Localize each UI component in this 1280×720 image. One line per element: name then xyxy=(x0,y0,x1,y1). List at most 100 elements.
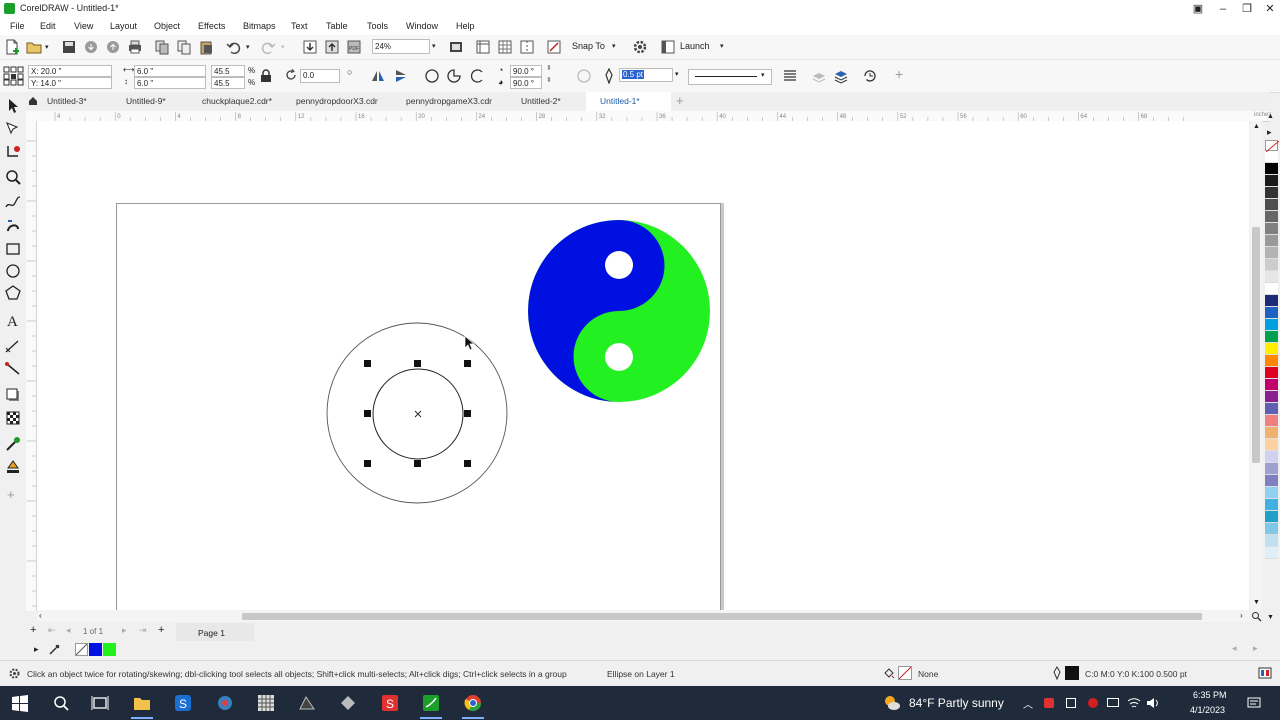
fill-color-none-swatch[interactable] xyxy=(898,666,912,680)
sketch-app-icon[interactable] xyxy=(298,694,316,712)
palette-swatch[interactable] xyxy=(1265,259,1278,271)
palette-swatch[interactable] xyxy=(1265,391,1278,403)
arc-mode-icon[interactable] xyxy=(468,68,484,84)
eyedropper-tool-icon[interactable] xyxy=(4,435,22,453)
palette-swatch[interactable] xyxy=(1265,151,1278,163)
document-palette-eyedropper-icon[interactable] xyxy=(48,644,60,656)
print-icon[interactable] xyxy=(127,39,143,55)
tab-pennydropgamex3[interactable]: pennydropgameX3.cdr xyxy=(406,96,492,106)
palette-swatch[interactable] xyxy=(1265,319,1278,331)
palette-swatch[interactable] xyxy=(1265,451,1278,463)
outline-color-swatch[interactable] xyxy=(1065,666,1079,680)
scroll-left-chevron-icon[interactable]: ‹ xyxy=(39,611,42,620)
convert-to-curves-icon[interactable] xyxy=(862,68,878,84)
menu-object[interactable]: Object xyxy=(154,21,180,31)
x-position-field[interactable]: X: 20.0 " xyxy=(28,65,112,77)
copy-icon[interactable] xyxy=(176,39,192,55)
color-manager-icon[interactable] xyxy=(1258,666,1272,680)
palette-swatch[interactable] xyxy=(1265,439,1278,451)
next-page-chevron-icon[interactable]: ▸ xyxy=(122,625,127,636)
tab-untitled-2[interactable]: Untitled-2* xyxy=(521,96,561,106)
cloud-download-icon[interactable] xyxy=(83,39,99,55)
menu-view[interactable]: View xyxy=(74,21,93,31)
coreldraw-taskbar-icon[interactable] xyxy=(422,694,440,712)
sketchup-s-icon[interactable]: S xyxy=(381,694,399,712)
launch-label[interactable]: Launch xyxy=(680,41,710,51)
snap-to-icon[interactable] xyxy=(546,39,562,55)
object-origin-icon[interactable] xyxy=(3,66,25,86)
vertical-scroll-thumb[interactable] xyxy=(1252,227,1260,463)
clock-time[interactable]: 6:35 PM xyxy=(1193,690,1227,700)
publish-pdf-icon[interactable]: PDF xyxy=(346,39,362,55)
chat-app-icon[interactable] xyxy=(216,694,234,712)
document-no-color-swatch[interactable] xyxy=(75,643,88,656)
battery-icon[interactable] xyxy=(1107,698,1119,707)
menu-table[interactable]: Table xyxy=(326,21,348,31)
palette-swatch[interactable] xyxy=(1265,415,1278,427)
page-tab[interactable]: Page 1 xyxy=(176,623,254,641)
scroll-right-chevron-icon[interactable]: › xyxy=(1240,611,1243,620)
width-field[interactable]: 6.0 " xyxy=(134,65,206,77)
palette-swatch[interactable] xyxy=(1265,463,1278,475)
horizontal-scrollbar[interactable]: ‹ › xyxy=(37,610,1250,622)
palette-swatch[interactable] xyxy=(1265,499,1278,511)
freehand-tool-icon[interactable] xyxy=(4,193,22,211)
palette-swatch[interactable] xyxy=(1265,511,1278,523)
tray-app-icon-3[interactable] xyxy=(1088,698,1098,708)
tab-untitled-3[interactable]: Untitled-3* xyxy=(47,96,87,106)
full-screen-icon[interactable] xyxy=(448,39,464,55)
tab-untitled-1-active[interactable]: Untitled-1* xyxy=(586,92,671,111)
ellipse-tool-icon[interactable] xyxy=(4,262,22,280)
transparency-tool-icon[interactable] xyxy=(4,409,22,427)
start-angle-field[interactable]: 90.0 ° xyxy=(510,65,542,77)
menu-layout[interactable]: Layout xyxy=(110,21,137,31)
selection-handle-top[interactable] xyxy=(414,360,421,367)
calculator-grid-icon[interactable] xyxy=(257,694,275,712)
zoom-dropdown-chevron-icon[interactable]: ▾ xyxy=(432,42,436,50)
search-icon[interactable] xyxy=(52,694,70,712)
palette-swatch[interactable] xyxy=(1265,379,1278,391)
parallel-dimension-tool-icon[interactable] xyxy=(4,338,22,356)
to-back-icon[interactable] xyxy=(833,68,849,84)
tab-pennydropdoorx3[interactable]: pennydropdoorX3.cdr xyxy=(296,96,378,106)
no-color-swatch[interactable] xyxy=(1265,140,1279,152)
drawing-canvas[interactable] xyxy=(37,121,1249,610)
export-icon[interactable] xyxy=(324,39,340,55)
restore-small-icon[interactable]: ▣ xyxy=(1186,0,1210,17)
add-page-before-plus-icon[interactable]: + xyxy=(30,624,36,636)
lock-ratio-icon[interactable] xyxy=(259,69,273,83)
menu-text[interactable]: Text xyxy=(291,21,308,31)
scroll-down-chevron-icon[interactable]: ▼ xyxy=(1253,599,1260,606)
paste-icon[interactable] xyxy=(198,39,214,55)
vertical-ruler[interactable] xyxy=(26,121,37,611)
selection-handle-bottom-right[interactable] xyxy=(464,460,471,467)
palette-swatch[interactable] xyxy=(1265,523,1278,535)
height-field[interactable]: 6.0 " xyxy=(134,77,206,89)
end-angle-spinner-icon[interactable]: ⬍ xyxy=(546,76,552,84)
document-palette-scroll-left-icon[interactable]: ◂ xyxy=(1232,643,1237,654)
undo-icon[interactable] xyxy=(226,39,242,55)
palette-swatch[interactable] xyxy=(1265,223,1278,235)
palette-swatch[interactable] xyxy=(1265,535,1278,547)
weather-text[interactable]: 84°F Partly sunny xyxy=(909,696,1004,710)
palette-swatch[interactable] xyxy=(1265,271,1278,283)
file-explorer-icon[interactable] xyxy=(133,694,151,712)
end-angle-field[interactable]: 90.0 ° xyxy=(510,77,542,89)
snap-to-label[interactable]: Snap To xyxy=(572,41,605,51)
document-blue-swatch[interactable] xyxy=(89,643,102,656)
palette-swatch[interactable] xyxy=(1265,475,1278,487)
palette-options-arrow-icon[interactable]: ▸ xyxy=(1267,127,1272,138)
selection-handle-right[interactable] xyxy=(464,410,471,417)
zoom-tool-icon[interactable] xyxy=(4,168,22,186)
cloud-upload-icon[interactable] xyxy=(105,39,121,55)
show-hidden-icons-chevron-icon[interactable]: ︿ xyxy=(1023,696,1033,711)
import-icon[interactable] xyxy=(302,39,318,55)
palette-swatch[interactable] xyxy=(1265,547,1278,559)
menu-edit[interactable]: Edit xyxy=(40,21,56,31)
selection-handle-bottom[interactable] xyxy=(414,460,421,467)
inner-circle-selected[interactable] xyxy=(361,359,475,473)
yin-yang-symbol[interactable] xyxy=(527,219,711,403)
clock-date[interactable]: 4/1/2023 xyxy=(1190,705,1225,715)
crop-tool-icon[interactable] xyxy=(4,144,22,162)
artistic-media-tool-icon[interactable] xyxy=(4,217,22,235)
